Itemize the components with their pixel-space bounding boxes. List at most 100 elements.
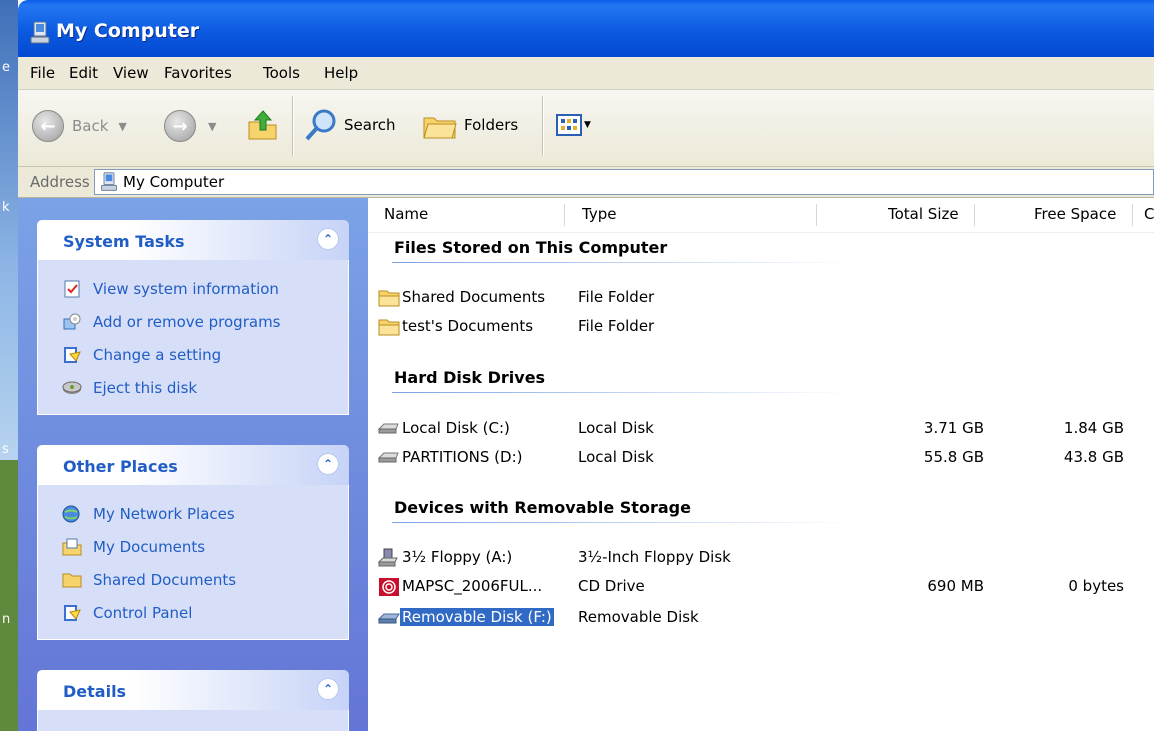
documents-icon	[62, 537, 82, 557]
views-icon	[556, 114, 582, 136]
back-button[interactable]: ← Back ▼	[32, 110, 127, 142]
item-name: Removable Disk (F:)	[400, 608, 554, 626]
back-arrow-icon: ←	[32, 110, 64, 142]
title-bar[interactable]: My Computer	[18, 0, 1154, 57]
collapse-chevron-icon[interactable]: ⌃	[317, 453, 339, 475]
list-item-selected[interactable]: Removable Disk (F:) Removable Disk	[368, 605, 1154, 631]
menu-bar: File Edit View Favorites Tools Help	[18, 57, 1154, 90]
system-tasks-panel: System Tasks ⌃ View system information A…	[37, 220, 349, 415]
list-item[interactable]: Shared Documents File Folder	[368, 285, 1154, 311]
list-item[interactable]: Local Disk (C:) Local Disk 3.71 GB 1.84 …	[368, 416, 1154, 442]
item-name: 3½ Floppy (A:)	[402, 548, 513, 566]
place-label: My Network Places	[93, 504, 235, 523]
toolbar: ← Back ▼ → ▼ Search Folders ▼	[18, 90, 1154, 167]
item-total-size: 55.8 GB	[923, 448, 984, 466]
menu-favorites[interactable]: Favorites	[164, 64, 232, 82]
list-item[interactable]: PARTITIONS (D:) Local Disk 55.8 GB 43.8 …	[368, 445, 1154, 471]
menu-tools[interactable]: Tools	[263, 64, 300, 82]
menu-file[interactable]: File	[30, 64, 55, 82]
task-label: Change a setting	[93, 345, 222, 364]
item-type: Removable Disk	[578, 608, 699, 626]
item-total-size: 690 MB	[927, 577, 984, 595]
folder-icon	[378, 290, 400, 307]
details-panel: Details ⌃	[37, 670, 349, 731]
list-item[interactable]: MAPSC_2006FUL... CD Drive 690 MB 0 bytes	[368, 574, 1154, 600]
menu-view[interactable]: View	[113, 64, 149, 82]
folder-icon	[378, 319, 400, 336]
back-label: Back	[72, 117, 109, 135]
collapse-chevron-icon[interactable]: ⌃	[317, 228, 339, 250]
system-info-icon	[62, 279, 82, 299]
place-my-network-places[interactable]: My Network Places	[38, 497, 348, 530]
chevron-down-icon: ▼	[118, 119, 127, 133]
task-label: View system information	[93, 279, 279, 298]
eject-disk-icon	[62, 378, 82, 398]
place-control-panel[interactable]: Control Panel	[38, 596, 348, 629]
hard-disk-icon	[378, 423, 399, 434]
search-button[interactable]: Search	[304, 108, 396, 142]
system-tasks-header[interactable]: System Tasks ⌃	[37, 220, 349, 260]
desktop-fragment: k	[2, 200, 10, 215]
place-my-documents[interactable]: My Documents	[38, 530, 348, 563]
add-remove-icon	[62, 312, 82, 332]
task-label: Add or remove programs	[93, 312, 281, 331]
up-folder-button[interactable]	[246, 108, 280, 142]
cd-drive-icon	[379, 578, 399, 596]
hard-disk-icon	[378, 452, 399, 463]
address-field[interactable]: My Computer	[94, 169, 1154, 195]
forward-button[interactable]: → ▼	[164, 110, 216, 142]
task-change-setting[interactable]: Change a setting	[38, 338, 348, 371]
menu-help[interactable]: Help	[324, 64, 358, 82]
item-free-space: 0 bytes	[1068, 577, 1124, 595]
menu-edit[interactable]: Edit	[69, 64, 98, 82]
place-label: My Documents	[93, 537, 206, 556]
column-comments[interactable]: C	[1144, 205, 1154, 223]
item-type: 3½-Inch Floppy Disk	[578, 548, 731, 566]
task-view-system-information[interactable]: View system information	[38, 272, 348, 305]
my-computer-icon	[101, 172, 117, 191]
column-type[interactable]: Type	[582, 205, 616, 223]
up-folder-icon	[248, 110, 277, 140]
task-pane: System Tasks ⌃ View system information A…	[18, 198, 368, 731]
item-name: PARTITIONS (D:)	[402, 448, 523, 466]
address-bar: Address My Computer	[18, 167, 1154, 198]
details-header[interactable]: Details ⌃	[37, 670, 349, 710]
item-type: CD Drive	[578, 577, 645, 595]
column-free-space[interactable]: Free Space	[1034, 205, 1116, 223]
floppy-drive-icon	[378, 548, 398, 567]
views-button[interactable]: ▼	[556, 114, 591, 136]
list-item[interactable]: 3½ Floppy (A:) 3½-Inch Floppy Disk	[368, 545, 1154, 571]
folders-button[interactable]: Folders	[422, 108, 518, 142]
other-places-header[interactable]: Other Places ⌃	[37, 445, 349, 485]
address-label: Address	[30, 173, 90, 191]
network-icon	[62, 504, 82, 524]
control-panel-icon	[62, 603, 82, 623]
task-add-remove-programs[interactable]: Add or remove programs	[38, 305, 348, 338]
column-total-size[interactable]: Total Size	[888, 205, 959, 223]
group-files-title: Files Stored on This Computer	[394, 238, 668, 257]
group-removable-title: Devices with Removable Storage	[394, 498, 691, 517]
collapse-chevron-icon[interactable]: ⌃	[317, 678, 339, 700]
system-tasks-title: System Tasks	[63, 232, 185, 251]
explorer-window: My Computer File Edit View Favorites Too…	[18, 0, 1154, 731]
item-type: Local Disk	[578, 448, 654, 466]
details-title: Details	[63, 682, 127, 701]
address-value: My Computer	[123, 173, 225, 191]
group-hdd-title: Hard Disk Drives	[394, 368, 546, 387]
item-name: MAPSC_2006FUL...	[402, 577, 543, 595]
item-type: File Folder	[578, 288, 655, 306]
place-label: Shared Documents	[93, 570, 237, 589]
item-name: Shared Documents	[402, 288, 546, 306]
task-eject-disk[interactable]: Eject this disk	[38, 371, 348, 404]
list-item[interactable]: test's Documents File Folder	[368, 314, 1154, 340]
item-name: test's Documents	[402, 317, 534, 335]
folders-label: Folders	[464, 116, 519, 134]
place-shared-documents[interactable]: Shared Documents	[38, 563, 348, 596]
item-total-size: 3.71 GB	[923, 419, 984, 437]
search-label: Search	[344, 116, 396, 134]
column-name[interactable]: Name	[384, 205, 428, 223]
task-label: Eject this disk	[93, 378, 198, 397]
folder-icon	[62, 570, 82, 590]
other-places-title: Other Places	[63, 457, 178, 476]
desktop-fragment: s	[2, 442, 9, 457]
